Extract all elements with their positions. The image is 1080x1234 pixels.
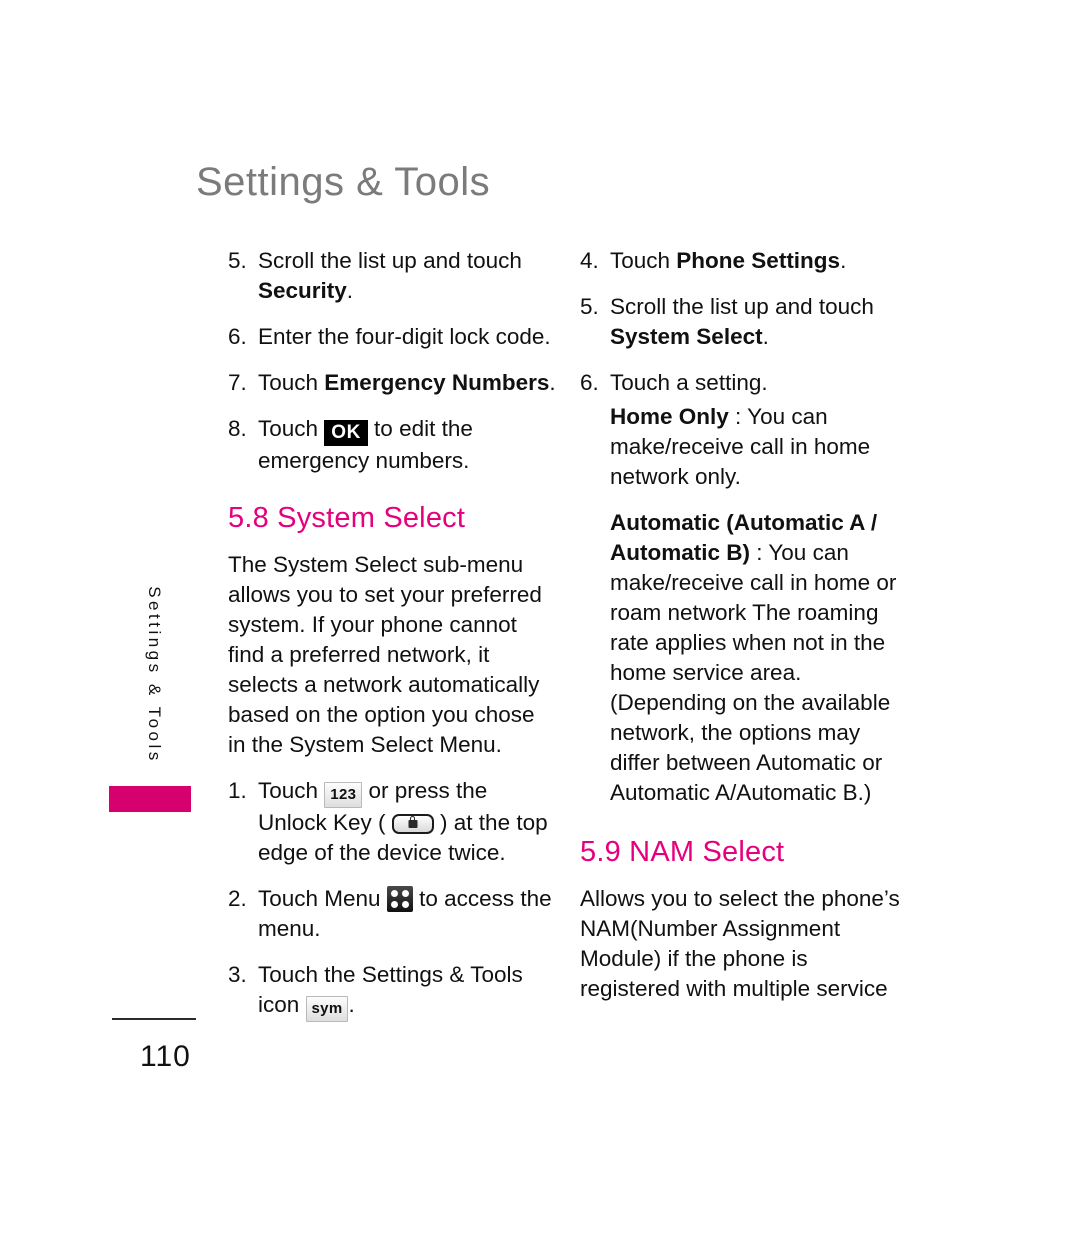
step-text-tail: . [348, 992, 355, 1017]
step-text: Touch [258, 370, 325, 395]
symbol-key-icon: sym [305, 996, 349, 1022]
step-number: 6. [580, 370, 599, 395]
option-definition: : You can make/receive call in home or r… [610, 540, 897, 805]
step-text-tail: . [840, 248, 847, 273]
list-item: 5. Scroll the list up and touch System Se… [580, 292, 910, 352]
left-column: 5. Scroll the list up and touch Security.… [228, 246, 558, 1038]
list-item: 3. Touch the Settings & Tools icon sym. [228, 960, 558, 1022]
list-item: 2. Touch Menu to access the menu. [228, 884, 558, 944]
list-item: 5. Scroll the list up and touch Security. [228, 246, 558, 306]
step-text-tail: . [762, 324, 769, 349]
step-number: 7. [228, 370, 247, 395]
list-item: 8. Touch OK to edit the emergency numbers… [228, 414, 558, 476]
step-number: 8. [228, 416, 247, 441]
step-text: Scroll the list up and touch [258, 248, 522, 273]
step-text: Enter the four-digit lock code. [258, 324, 551, 349]
option-automatic: Automatic (Automatic A / Automatic B) : … [580, 508, 910, 808]
step-number: 1. [228, 778, 247, 803]
step-text: Touch [610, 248, 677, 273]
step-number: 4. [580, 248, 599, 273]
list-item: 6. Enter the four-digit lock code. [228, 322, 558, 352]
menu-grid-icon [386, 886, 413, 912]
step-text-tail: . [346, 278, 354, 303]
step-emphasis: Phone Settings [676, 248, 841, 273]
section-body-nam-select: Allows you to select the phone’s NAM(Num… [580, 886, 900, 1001]
step-number: 2. [228, 886, 247, 911]
step-number: 6. [228, 324, 247, 349]
step-text-tail: . [549, 370, 556, 395]
side-tab: Settings & Tools [140, 560, 168, 790]
step-text: Scroll the list up and touch [610, 294, 874, 319]
list-item: 7. Touch Emergency Numbers. [228, 368, 558, 398]
step-number: 5. [580, 294, 599, 319]
step-text: Touch a setting. [610, 370, 768, 395]
step-number: 3. [228, 962, 247, 987]
step-number: 5. [228, 248, 247, 273]
section-heading-nam-select: 5.9 NAM Select [580, 836, 785, 868]
section-heading-system-select: 5.8 System Select [228, 502, 466, 534]
ok-badge-icon: OK [324, 420, 368, 446]
option-term: Home Only [610, 404, 729, 429]
step-emphasis: Emergency Numbers [324, 370, 550, 395]
section-body-system-select: The System Select sub-menu allows you to… [228, 552, 542, 757]
page-number: 110 [140, 1040, 191, 1073]
step-text: Touch [258, 778, 325, 803]
step-text: Touch [258, 416, 325, 441]
side-tab-accent-block [109, 786, 191, 812]
unlock-key-icon [391, 814, 434, 834]
list-item: 1. Touch 123 or press the Unlock Key ( ) … [228, 776, 558, 868]
step-emphasis: Security [258, 278, 347, 303]
list-item: 4. Touch Phone Settings. [580, 246, 910, 276]
right-column: 4. Touch Phone Settings. 5. Scroll the lis… [580, 246, 910, 1020]
step-text: Touch Menu [258, 886, 387, 911]
page-title: Settings & Tools [196, 160, 491, 204]
side-tab-label: Settings & Tools [145, 586, 164, 764]
numeric-key-icon: 123 [324, 782, 363, 808]
list-item: 6. Touch a setting. [580, 368, 910, 398]
step-emphasis: System Select [610, 324, 763, 349]
step-text: Touch the Settings & Tools icon [258, 962, 523, 1017]
option-home-only: Home Only : You can make/receive call in… [580, 402, 910, 492]
page-number-rule [112, 1018, 196, 1020]
